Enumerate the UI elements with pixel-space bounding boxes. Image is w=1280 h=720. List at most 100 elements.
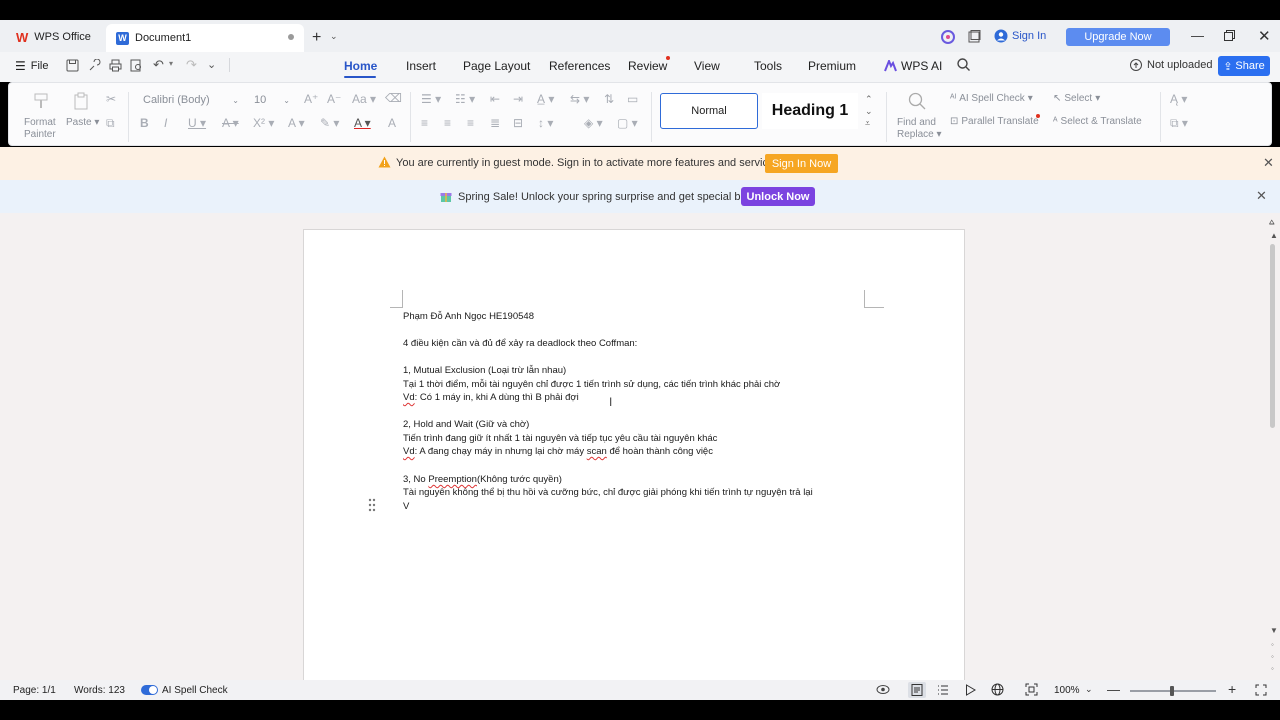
text-tools-icon[interactable]: Ą ▾	[1170, 92, 1187, 106]
select-browse-icon[interactable]: ◦	[1271, 652, 1274, 661]
tab-wps-office[interactable]: W WPS Office	[8, 24, 104, 50]
unlock-now-button[interactable]: Unlock Now	[741, 187, 815, 206]
chinese-layout-icon[interactable]: A̲ ▾	[537, 92, 554, 106]
doc-heading-line[interactable]: 4 điều kiện cần và đủ để xảy ra deadlock…	[403, 338, 637, 349]
print-icon[interactable]	[109, 59, 122, 72]
increase-indent-icon[interactable]: ⇥	[513, 92, 523, 106]
italic-icon[interactable]: I	[164, 116, 167, 130]
zoom-level[interactable]: 100%	[1054, 685, 1080, 696]
redo-icon[interactable]: ↷	[186, 57, 197, 73]
borders-icon[interactable]: ▢ ▾	[617, 116, 638, 130]
doc-condition-3-title[interactable]: 3, No Preemption(Không tước quyền)	[403, 474, 562, 485]
drag-handle-icon[interactable]	[368, 498, 376, 512]
tab-page-layout[interactable]: Page Layout	[463, 59, 530, 73]
styles-scroll-up-icon[interactable]: ⌃	[865, 94, 873, 105]
format-painter-icon[interactable]	[32, 92, 50, 110]
upgrade-now-button[interactable]: Upgrade Now	[1066, 28, 1170, 46]
bold-icon[interactable]: B	[140, 116, 149, 130]
fullscreen-icon[interactable]	[1255, 684, 1267, 696]
shrink-font-icon[interactable]: A⁻	[327, 92, 341, 106]
find-icon[interactable]	[908, 92, 926, 110]
window-layout-icon[interactable]	[968, 30, 981, 43]
align-left-icon[interactable]: ≡	[421, 116, 428, 130]
doc-condition-1-desc[interactable]: Tại 1 thời điểm, mỗi tài nguyên chỉ được…	[403, 379, 780, 390]
zoom-dropdown-icon[interactable]: ⌄	[1085, 684, 1093, 695]
doc-condition-1-example[interactable]: Vd: Có 1 máy in, khi A dùng thì B phải đ…	[403, 392, 579, 403]
next-page-icon[interactable]: ◦	[1271, 664, 1274, 673]
style-normal[interactable]: Normal	[660, 93, 758, 129]
justify-icon[interactable]: ≣	[490, 116, 500, 130]
show-hide-icon[interactable]: ▭	[627, 92, 638, 106]
ai-spell-check-button[interactable]: ᴬᴵ AI Spell Check ▾	[950, 93, 1033, 104]
outline-view-icon[interactable]	[937, 684, 949, 696]
styles-scroll-down-icon[interactable]: ⌄	[865, 106, 873, 117]
strikethrough-icon[interactable]: A ▾	[222, 116, 239, 130]
doc-condition-2-example[interactable]: Vd: A đang chạy máy in nhưng lại chờ máy…	[403, 446, 713, 457]
text-effects-icon[interactable]: A ▾	[288, 116, 305, 130]
shading-icon[interactable]: ◈ ▾	[584, 116, 603, 130]
minimize-icon[interactable]: —	[1191, 28, 1204, 43]
restore-icon[interactable]	[1224, 30, 1235, 41]
font-name-select[interactable]: Calibri (Body) ⌄	[137, 90, 243, 110]
character-shading-icon[interactable]: A	[388, 116, 396, 130]
undo-icon[interactable]: ↶	[153, 57, 164, 73]
page-count[interactable]: Page: 1/1	[13, 685, 56, 696]
doc-condition-1-title[interactable]: 1, Mutual Exclusion (Loại trừ lẫn nhau)	[403, 365, 566, 376]
ai-spell-check-toggle[interactable]	[141, 685, 158, 695]
tab-document[interactable]: W Document1	[106, 24, 304, 52]
arrange-icon[interactable]: ⧉ ▾	[1170, 116, 1188, 131]
word-count[interactable]: Words: 123	[74, 685, 125, 696]
scroll-up-icon[interactable]: ▲	[1270, 231, 1278, 240]
ai-assistant-icon[interactable]	[941, 30, 955, 44]
tab-premium[interactable]: Premium	[808, 59, 856, 73]
new-tab-icon[interactable]: +	[312, 29, 321, 47]
close-window-icon[interactable]: ✕	[1258, 27, 1271, 45]
zoom-out-icon[interactable]: —	[1107, 682, 1120, 697]
play-icon[interactable]	[965, 684, 976, 696]
paste-icon[interactable]	[72, 92, 90, 110]
grow-font-icon[interactable]: A⁺	[304, 92, 318, 106]
share-button[interactable]: ⇪ Share	[1218, 56, 1270, 76]
tab-references[interactable]: References	[549, 59, 610, 73]
undo-dropdown-icon[interactable]: ▾	[169, 59, 173, 68]
doc-condition-2-desc[interactable]: Tiến trình đang giữ ít nhất 1 tài nguyên…	[403, 433, 717, 444]
unsaved-dot-icon[interactable]	[288, 34, 294, 40]
doc-author-line[interactable]: Phạm Đỗ Anh Ngọc HE190548	[403, 311, 534, 322]
paste-dropdown[interactable]: Paste ▾	[66, 117, 99, 128]
sign-in-button[interactable]: Sign In	[994, 29, 1046, 43]
line-spacing-icon[interactable]: ↕ ▾	[538, 116, 553, 130]
distribute-icon[interactable]: ⊟	[513, 116, 523, 130]
wps-ai-button[interactable]: WPS AI	[884, 59, 942, 73]
search-icon[interactable]	[957, 58, 970, 71]
superscript-icon[interactable]: X² ▾	[253, 116, 274, 130]
export-pdf-icon[interactable]	[88, 59, 101, 72]
text-direction-icon[interactable]: ⇆ ▾	[570, 92, 589, 106]
save-icon[interactable]	[66, 59, 79, 72]
styles-more-icon[interactable]: ⩡	[865, 118, 870, 129]
highlight-icon[interactable]: ✎ ▾	[320, 116, 339, 130]
file-menu[interactable]: ☰ File	[15, 59, 49, 73]
chevron-down-icon[interactable]: ⌄	[330, 31, 338, 42]
zoom-slider-thumb[interactable]	[1170, 686, 1174, 696]
align-center-icon[interactable]: ≡	[444, 116, 451, 130]
tab-home[interactable]: Home	[344, 59, 377, 73]
decrease-indent-icon[interactable]: ⇤	[490, 92, 500, 106]
tab-view[interactable]: View	[694, 59, 720, 73]
scroll-top-icon[interactable]: ⩠	[1269, 217, 1274, 228]
print-preview-icon[interactable]	[130, 59, 143, 72]
style-heading-1[interactable]: Heading 1	[762, 93, 858, 129]
font-color-icon[interactable]: A ▾	[354, 116, 371, 130]
cut-icon[interactable]: ✂	[106, 92, 116, 106]
print-layout-icon[interactable]	[911, 684, 923, 696]
align-right-icon[interactable]: ≡	[467, 116, 474, 130]
sign-in-now-button[interactable]: Sign In Now	[765, 154, 838, 173]
clear-format-icon[interactable]: ⌫	[385, 91, 402, 105]
tab-tools[interactable]: Tools	[754, 59, 782, 73]
format-painter-label[interactable]: Format Painter	[24, 117, 56, 141]
cloud-status[interactable]: Not uploaded	[1129, 59, 1212, 71]
font-size-select[interactable]: 10 ⌄	[248, 90, 294, 110]
bullets-icon[interactable]: ☰ ▾	[421, 92, 441, 106]
tab-review[interactable]: Review	[628, 59, 667, 73]
vertical-scrollbar-thumb[interactable]	[1270, 244, 1275, 428]
close-banner-icon[interactable]: ✕	[1263, 155, 1274, 171]
